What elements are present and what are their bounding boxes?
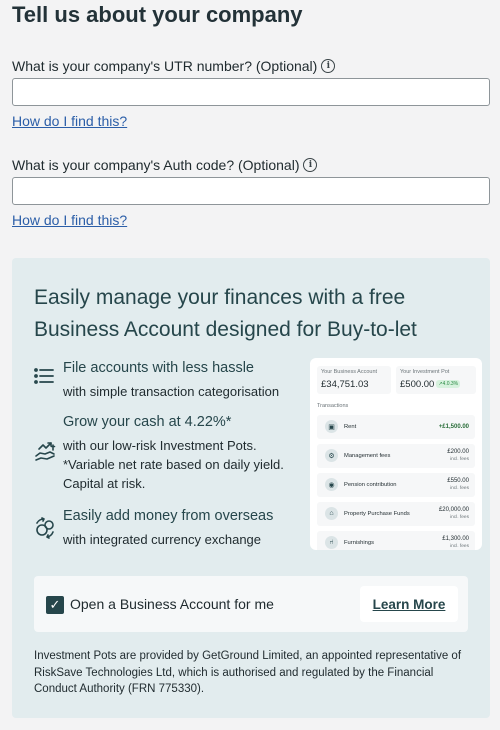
feature-file-accounts: File accounts with less hassle with simp… (34, 360, 299, 400)
transaction-amount: £1,300.00 (442, 536, 469, 542)
investment-pot-card: Your Investment Pot £500.00 ↗4.0.3% (396, 366, 476, 394)
auth-label: What is your company's Auth code? (Optio… (12, 157, 318, 173)
transaction-row: ⑁ Furnishings £1,300.00 incl. fees (317, 531, 475, 550)
page-title: Tell us about your company (12, 2, 303, 27)
feature-grow-cash: Grow your cash at 4.22%* with our low-ri… (34, 414, 299, 494)
pot-balance-row: £500.00 ↗4.0.3% (400, 379, 472, 390)
piggy-bank-icon: ◉ (325, 478, 338, 491)
feature-overseas-money: Easily add money from overseas with inte… (34, 508, 299, 548)
feature-desc: with simple transaction categorisation (63, 384, 280, 399)
transaction-sub: incl. fees (450, 515, 469, 520)
auth-label-text: What is your company's Auth code? (Optio… (12, 157, 300, 173)
pot-label: Your Investment Pot (400, 369, 450, 375)
house-icon: ⌂ (325, 507, 338, 520)
feature-title: File accounts with less hassle (63, 360, 254, 376)
transaction-sub: incl. fees (450, 486, 469, 491)
app-mockup: Your Business Account £34,751.03 Your In… (310, 358, 482, 550)
info-icon[interactable]: i (321, 59, 336, 73)
transaction-name: Property Purchase Funds (344, 511, 410, 517)
transaction-amount: £550.00 (447, 478, 469, 484)
transaction-row: ⚙ Management fees £200.00 incl. fees (317, 444, 475, 468)
feature-desc: with our low-risk Investment Pots. *Vari… (63, 438, 284, 491)
info-icon[interactable]: i (303, 158, 318, 172)
utr-help-link[interactable]: How do I find this? (12, 113, 127, 129)
transaction-amount: +£1,500.00 (438, 424, 469, 430)
transaction-row: ◉ Pension contribution £550.00 incl. fee… (317, 473, 475, 497)
utr-label: What is your company's UTR number? (Opti… (12, 58, 336, 74)
disclaimer-text: Investment Pots are provided by GetGroun… (34, 650, 462, 695)
feature-title: Grow your cash at 4.22%* (63, 414, 232, 430)
transaction-name: Management fees (344, 453, 391, 459)
utr-input[interactable] (12, 78, 490, 106)
transaction-name: Furnishings (344, 540, 374, 546)
list-icon (34, 367, 56, 389)
rate-badge: ↗4.0.3% (436, 380, 461, 389)
transaction-row: ▣ Rent +£1,500.00 (317, 415, 475, 439)
transaction-amount: £200.00 (447, 449, 469, 455)
utr-label-text: What is your company's UTR number? (Opti… (12, 58, 318, 74)
business-account-panel: Easily manage your finances with a free … (12, 258, 490, 718)
account-balance: £34,751.03 (321, 379, 369, 390)
transaction-amount: £20,000.00 (438, 507, 469, 513)
open-account-label[interactable]: Open a Business Account for me (70, 596, 274, 612)
transaction-sub: incl. fees (450, 544, 469, 549)
panel-heading: Easily manage your finances with a free … (34, 286, 417, 341)
account-label: Your Business Account (321, 369, 378, 375)
settings-icon: ⚙ (325, 449, 338, 462)
auth-input[interactable] (12, 177, 490, 205)
open-account-checkbox[interactable]: ✓ (46, 596, 64, 614)
learn-more-button[interactable]: Learn More (360, 586, 458, 622)
transaction-row: ⌂ Property Purchase Funds £20,000.00 inc… (317, 502, 475, 526)
feature-title: Easily add money from overseas (63, 508, 274, 524)
wallet-icon: ▣ (325, 420, 338, 433)
pot-balance: £500.00 (400, 379, 435, 390)
business-account-card: Your Business Account £34,751.03 (317, 366, 391, 394)
currency-exchange-icon (34, 517, 56, 539)
transaction-sub: incl. fees (450, 457, 469, 462)
growth-hand-icon (34, 440, 56, 462)
auth-help-link[interactable]: How do I find this? (12, 212, 127, 228)
transaction-name: Rent (344, 424, 357, 430)
transaction-name: Pension contribution (344, 482, 397, 488)
transactions-label: Transactions (317, 403, 349, 409)
feature-desc: with integrated currency exchange (63, 532, 262, 547)
opt-in-box: ✓ Open a Business Account for me Learn M… (34, 576, 468, 632)
chair-icon: ⑁ (325, 536, 338, 549)
